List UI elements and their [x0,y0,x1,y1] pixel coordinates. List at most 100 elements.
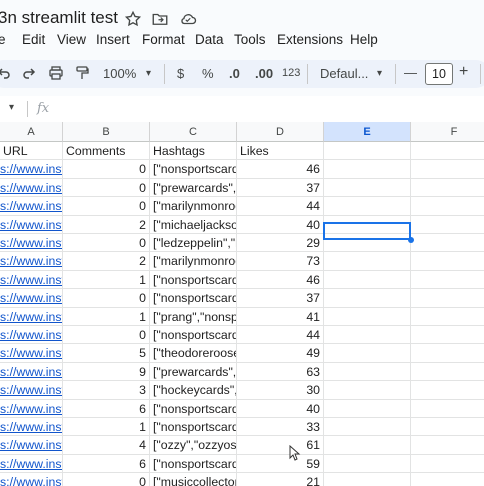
menu-view[interactable]: View [57,32,86,47]
table-cell[interactable] [324,436,411,455]
likes-cell[interactable]: 37 [237,289,324,308]
star-icon[interactable] [124,10,142,28]
url-link[interactable]: s://www.insta [0,454,63,474]
comments-cell[interactable]: 5 [63,344,150,363]
likes-cell[interactable]: 73 [237,252,324,271]
paint-format-icon[interactable] [74,65,90,81]
url-link[interactable]: s://www.insta [0,344,63,363]
hashtags-cell[interactable]: ["nonsportscards [150,326,237,345]
comments-cell[interactable]: 1 [63,270,150,290]
table-cell[interactable] [411,381,484,400]
comments-cell[interactable]: 1 [63,307,150,326]
table-cell[interactable] [324,160,411,179]
table-cell[interactable] [324,362,411,382]
menu-help[interactable]: Help [350,32,378,47]
table-cell[interactable] [411,326,484,345]
hashtags-cell[interactable]: ["nonsportscards [150,270,237,290]
url-link[interactable]: s://www.insta [0,215,63,234]
hashtags-cell[interactable]: ["ledzeppelin","n [150,234,237,253]
url-link[interactable]: s://www.insta [0,197,63,216]
comments-cell[interactable]: 0 [63,197,150,216]
column-header-e[interactable]: E [324,122,411,142]
table-cell[interactable] [324,307,411,326]
cloud-status-icon[interactable] [179,10,197,28]
url-link[interactable]: s://www.insta [0,418,63,437]
table-cell[interactable] [324,197,411,216]
column-header-b[interactable]: B [63,122,150,142]
table-cell[interactable] [324,234,411,253]
fill-handle[interactable] [408,237,414,243]
menu-tools[interactable]: Tools [234,32,266,47]
hashtags-cell[interactable]: ["nonsportscards [150,160,237,179]
name-box-dropdown-icon[interactable]: ▾ [9,102,14,113]
hashtags-cell[interactable]: ["theodoreroosev [150,344,237,363]
hashtags-cell[interactable]: ["nonsportscards [150,399,237,418]
table-cell[interactable] [411,142,484,161]
table-cell[interactable] [411,344,484,363]
url-link[interactable]: s://www.insta [0,362,63,382]
table-cell[interactable] [411,473,484,486]
url-link[interactable]: s://www.insta [0,326,63,345]
hashtags-cell[interactable]: ["nonsportscards [150,454,237,474]
table-cell[interactable] [324,399,411,418]
header-cell-likes[interactable]: Likes [237,142,324,161]
header-cell-hashtags[interactable]: Hashtags [150,142,237,161]
hashtags-cell[interactable]: ["hockeycards","| [150,381,237,400]
url-link[interactable]: s://www.insta [0,289,63,308]
menu-insert[interactable]: Insert [96,32,130,47]
table-cell[interactable] [411,197,484,216]
likes-cell[interactable]: 44 [237,326,324,345]
header-cell-url[interactable]: URL [0,142,63,161]
comments-cell[interactable]: 2 [63,252,150,271]
hashtags-cell[interactable]: ["marilynmonroe' [150,252,237,271]
font-size-input[interactable]: 10 [425,63,453,85]
url-link[interactable]: s://www.insta [0,270,63,290]
comments-cell[interactable]: 9 [63,362,150,382]
menu-data[interactable]: Data [195,32,224,47]
table-cell[interactable] [411,271,484,290]
url-link[interactable]: s://www.insta [0,436,63,455]
comments-cell[interactable]: 6 [63,454,150,474]
hashtags-cell[interactable]: ["prewarcards","r [150,362,237,382]
table-cell[interactable] [411,179,484,198]
likes-cell[interactable]: 44 [237,197,324,216]
table-cell[interactable] [324,215,411,234]
comments-cell[interactable]: 0 [63,234,150,253]
column-header-d[interactable]: D [237,122,324,142]
comments-cell[interactable]: 1 [63,418,150,437]
comments-cell[interactable]: 0 [63,326,150,345]
url-link[interactable]: s://www.insta [0,178,63,198]
table-cell[interactable] [324,270,411,290]
table-cell[interactable] [411,418,484,437]
likes-cell[interactable]: 33 [237,418,324,437]
comments-cell[interactable]: 0 [63,289,150,308]
table-cell[interactable] [411,252,484,271]
column-header-a[interactable]: A [0,122,63,142]
table-cell[interactable] [324,344,411,363]
hashtags-cell[interactable]: ["nonsportscards [150,418,237,437]
likes-cell[interactable]: 46 [237,160,324,179]
likes-cell[interactable]: 41 [237,307,324,326]
likes-cell[interactable]: 21 [237,473,324,486]
table-cell[interactable] [411,234,484,253]
menu-edit[interactable]: Edit [22,32,45,47]
table-cell[interactable] [324,178,411,198]
column-header-c[interactable]: C [150,122,237,142]
likes-cell[interactable]: 40 [237,399,324,418]
likes-cell[interactable]: 63 [237,362,324,382]
url-link[interactable]: s://www.insta [0,399,63,418]
comments-cell[interactable]: 3 [63,381,150,400]
likes-cell[interactable]: 37 [237,178,324,198]
formula-bar[interactable] [0,96,484,123]
redo-icon[interactable] [21,65,37,81]
table-cell[interactable] [324,473,411,486]
table-cell[interactable] [411,160,484,179]
table-cell[interactable] [324,381,411,400]
hashtags-cell[interactable]: ["michaeljackson [150,215,237,234]
table-cell[interactable] [324,142,411,161]
hashtags-cell[interactable]: ["ozzy","ozzyosb [150,436,237,455]
table-cell[interactable] [411,455,484,474]
font-dropdown-icon[interactable]: ▾ [377,68,382,79]
decrease-decimal-button[interactable]: .0 [229,66,240,81]
hashtags-cell[interactable]: ["prewarcards","r [150,178,237,198]
